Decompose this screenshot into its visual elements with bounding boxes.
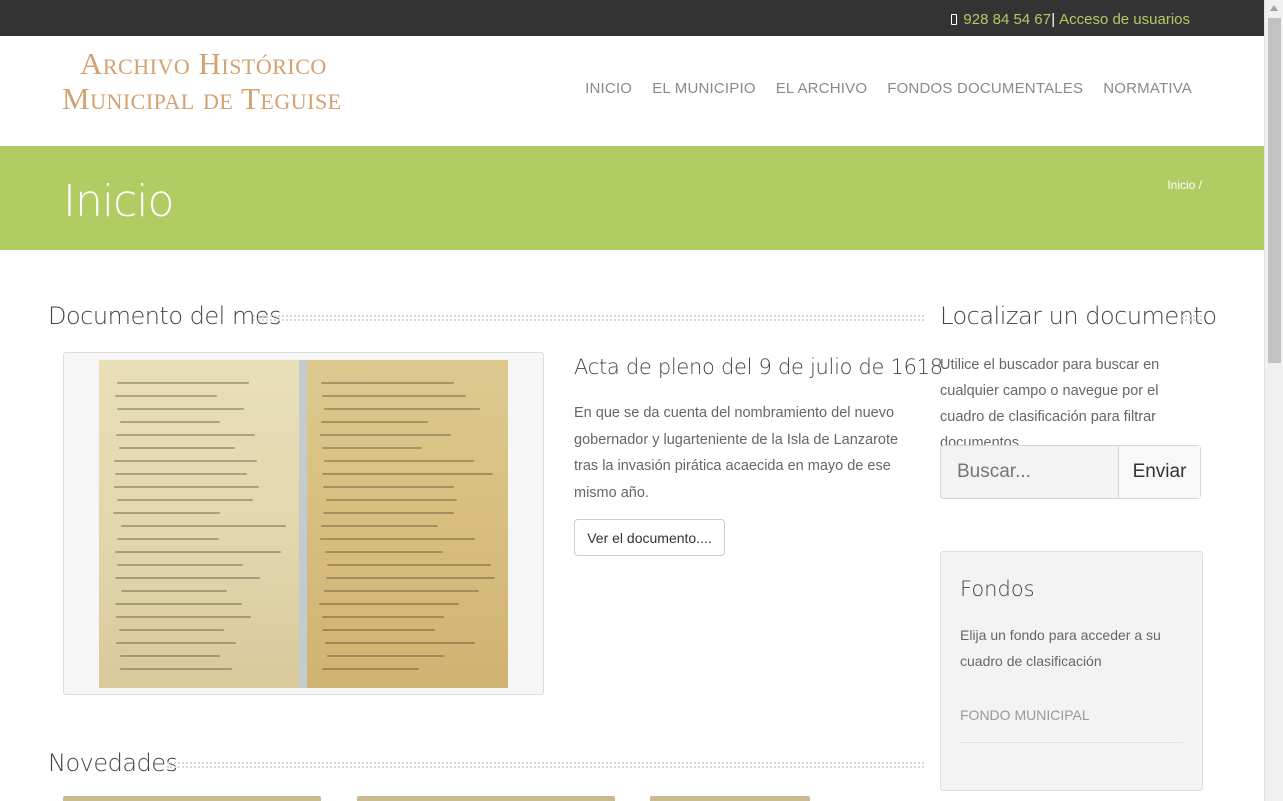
phone-icon bbox=[951, 14, 958, 25]
handwriting-stroke bbox=[322, 447, 423, 449]
handwriting-stroke bbox=[324, 460, 475, 462]
handwriting-stroke bbox=[320, 421, 428, 423]
fondo-item-municipal[interactable]: FONDO MUNICIPAL bbox=[960, 707, 1090, 723]
handwriting-stroke bbox=[120, 655, 220, 657]
news-thumbnail[interactable] bbox=[63, 796, 321, 801]
phone-contact: 928 84 54 67 bbox=[951, 11, 1051, 28]
search-form: Enviar bbox=[940, 445, 1201, 499]
main-nav: INICIO EL MUNICIPIO EL ARCHIVO FONDOS DO… bbox=[585, 80, 1192, 97]
handwriting-stroke bbox=[120, 668, 232, 670]
handwriting-stroke bbox=[319, 434, 452, 436]
handwriting-stroke bbox=[114, 551, 282, 553]
search-submit-button[interactable]: Enviar bbox=[1118, 446, 1200, 498]
document-description: En que se da cuenta del nombramiento del… bbox=[574, 405, 899, 501]
handwriting-stroke bbox=[320, 382, 455, 384]
nav-el-municipio[interactable]: EL MUNICIPIO bbox=[652, 80, 756, 97]
document-scan-image[interactable] bbox=[99, 360, 508, 688]
fondos-description: Elija un fondo para acceder a su cuadro … bbox=[960, 627, 1161, 669]
handwriting-stroke bbox=[115, 616, 251, 618]
nav-el-archivo[interactable]: EL ARCHIVO bbox=[776, 80, 867, 97]
nav-fondos-documentales[interactable]: FONDOS DOCUMENTALES bbox=[887, 80, 1083, 97]
handwriting-stroke bbox=[115, 577, 261, 579]
search-input[interactable] bbox=[941, 446, 1118, 498]
handwriting-stroke bbox=[120, 525, 287, 527]
handwriting-stroke bbox=[324, 590, 480, 592]
fondos-item-divider bbox=[960, 742, 1183, 743]
phone-number: 928 84 54 67 bbox=[963, 11, 1051, 28]
handwriting-stroke bbox=[119, 447, 235, 449]
handwriting-stroke bbox=[116, 499, 254, 501]
section-divider bbox=[253, 315, 924, 321]
logo-line-1: Archivo Histórico bbox=[80, 46, 327, 81]
handwriting-stroke bbox=[115, 642, 237, 644]
top-bar: 928 84 54 67 | Acceso de usuarios bbox=[0, 0, 1264, 36]
handwriting-stroke bbox=[319, 603, 460, 605]
page-title: Inicio bbox=[63, 176, 174, 227]
fondos-panel: Fondos Elija un fondo para acceder a su … bbox=[940, 551, 1203, 791]
login-link[interactable]: Acceso de usuarios bbox=[1059, 11, 1190, 28]
site-header: Archivo Histórico Municipal de Teguise I… bbox=[0, 36, 1264, 146]
manuscript-spine bbox=[299, 360, 307, 688]
handwriting-stroke bbox=[114, 603, 243, 605]
fondos-title: Fondos bbox=[960, 577, 1035, 601]
handwriting-stroke bbox=[322, 395, 466, 397]
handwriting-stroke bbox=[117, 564, 243, 566]
handwriting-stroke bbox=[325, 499, 457, 501]
handwriting-stroke bbox=[324, 642, 476, 644]
section-title-novedades: Novedades bbox=[48, 749, 178, 777]
handwriting-stroke bbox=[114, 486, 260, 488]
section-title-documento: Documento del mes bbox=[48, 302, 282, 330]
handwriting-stroke bbox=[320, 538, 475, 540]
page-title-band: Inicio Inicio / bbox=[0, 146, 1264, 250]
handwriting-stroke bbox=[116, 434, 255, 436]
handwriting-stroke bbox=[326, 564, 491, 566]
breadcrumb[interactable]: Inicio / bbox=[1167, 178, 1202, 192]
view-document-button[interactable]: Ver el documento.... bbox=[574, 519, 725, 556]
handwriting-stroke bbox=[116, 538, 220, 540]
handwriting-stroke bbox=[322, 512, 455, 514]
sidebar-description: Utilice el buscador para buscar en cualq… bbox=[940, 357, 1160, 451]
handwriting-stroke bbox=[325, 577, 496, 579]
handwriting-stroke bbox=[322, 486, 454, 488]
handwriting-stroke bbox=[322, 629, 436, 631]
page-scrollbar[interactable] bbox=[1264, 0, 1283, 801]
sidebar-title: Localizar un documento bbox=[940, 302, 1217, 330]
handwriting-stroke bbox=[321, 616, 444, 618]
handwriting-stroke bbox=[114, 395, 218, 397]
section-divider-news bbox=[167, 762, 924, 768]
handwriting-stroke bbox=[114, 473, 247, 475]
handwriting-stroke bbox=[117, 408, 245, 410]
handwriting-stroke bbox=[113, 460, 258, 462]
handwriting-stroke bbox=[117, 382, 249, 384]
news-thumbnail[interactable] bbox=[357, 796, 615, 801]
handwriting-stroke bbox=[326, 655, 444, 657]
document-image-frame bbox=[63, 352, 544, 695]
scroll-up-arrow-icon[interactable] bbox=[1270, 5, 1278, 11]
nav-inicio[interactable]: INICIO bbox=[585, 80, 632, 97]
sidebar-divider bbox=[1182, 315, 1202, 321]
handwriting-stroke bbox=[119, 629, 225, 631]
handwriting-stroke bbox=[113, 512, 221, 514]
handwriting-stroke bbox=[325, 551, 443, 553]
nav-normativa[interactable]: NORMATIVA bbox=[1103, 80, 1192, 97]
site-logo[interactable]: Archivo Histórico Municipal de Teguise bbox=[62, 46, 352, 116]
logo-line-2: Municipal de Teguise bbox=[62, 81, 342, 116]
handwriting-stroke bbox=[320, 525, 438, 527]
scrollbar-thumb[interactable] bbox=[1268, 18, 1281, 363]
handwriting-stroke bbox=[120, 590, 228, 592]
separator: | bbox=[1051, 11, 1056, 28]
handwriting-stroke bbox=[321, 473, 494, 475]
news-thumbnail[interactable] bbox=[650, 796, 810, 801]
handwriting-stroke bbox=[120, 421, 220, 423]
handwriting-stroke bbox=[321, 668, 419, 670]
handwriting-stroke bbox=[324, 408, 481, 410]
user-access: | Acceso de usuarios bbox=[1051, 11, 1190, 28]
document-title: Acta de pleno del 9 de julio de 1618 bbox=[574, 355, 943, 379]
